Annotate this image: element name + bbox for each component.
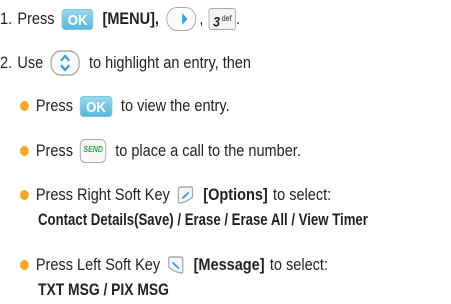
step-number: 1.: [0, 10, 13, 28]
menu-label: [MENU],: [102, 10, 159, 28]
right-soft-key-icon: [177, 185, 195, 205]
bullet-press: Press Left Soft Key: [35, 256, 161, 274]
bullet-press: Press: [35, 142, 73, 160]
left-soft-key-icon: [167, 255, 185, 275]
bullet-icon: [20, 101, 29, 111]
message-options: TXT MSG / PIX MSG: [38, 281, 169, 299]
step-2-text: to highlight an entry, then: [88, 54, 251, 72]
key-3-letters: def: [221, 14, 232, 23]
key-3-icon: 3 def: [208, 8, 236, 30]
bullet-icon: [20, 190, 29, 200]
use-text: Use: [17, 54, 44, 72]
bullet-text: to select:: [273, 186, 332, 204]
bullet-item: Press SEND to place a call to the number…: [20, 139, 301, 163]
ok-key-icon: OK: [80, 95, 113, 117]
bullet-text: to place a call to the number.: [115, 142, 301, 160]
comma: ,: [199, 10, 204, 28]
options-label: [Options]: [203, 186, 268, 204]
bullet-text: to view the entry.: [120, 97, 230, 115]
bullet-item: Press Right Soft Key [Options] to select…: [20, 184, 331, 206]
options-list: Contact Details(Save) / Erase / Erase Al…: [38, 211, 368, 229]
step-number: 2.: [0, 54, 13, 72]
step-1: 1. Press OK [MENU], , 3 def .: [0, 7, 240, 31]
ok-key-icon: OK: [61, 8, 94, 30]
send-key-icon: SEND: [80, 139, 107, 163]
period: .: [235, 10, 240, 28]
step-2: 2. Use to highlight an entry, then: [0, 50, 251, 76]
instruction-page: 1. Press OK [MENU], , 3 def . 2. Use to …: [0, 0, 451, 304]
nav-right-key-icon: [165, 7, 196, 31]
press-text: Press: [17, 10, 55, 28]
key-3-digit: 3: [213, 13, 220, 30]
bullet-press: Press: [35, 97, 73, 115]
bullet-text: to select:: [269, 256, 328, 274]
bullet-icon: [20, 146, 29, 156]
message-label: [Message]: [193, 256, 265, 274]
bullet-item: Press Left Soft Key [Message] to select:: [20, 254, 328, 276]
bullet-item: Press OK to view the entry.: [20, 95, 230, 117]
bullet-press: Press Right Soft Key: [35, 186, 170, 204]
nav-updown-key-icon: [50, 50, 80, 76]
bullet-icon: [20, 260, 29, 270]
